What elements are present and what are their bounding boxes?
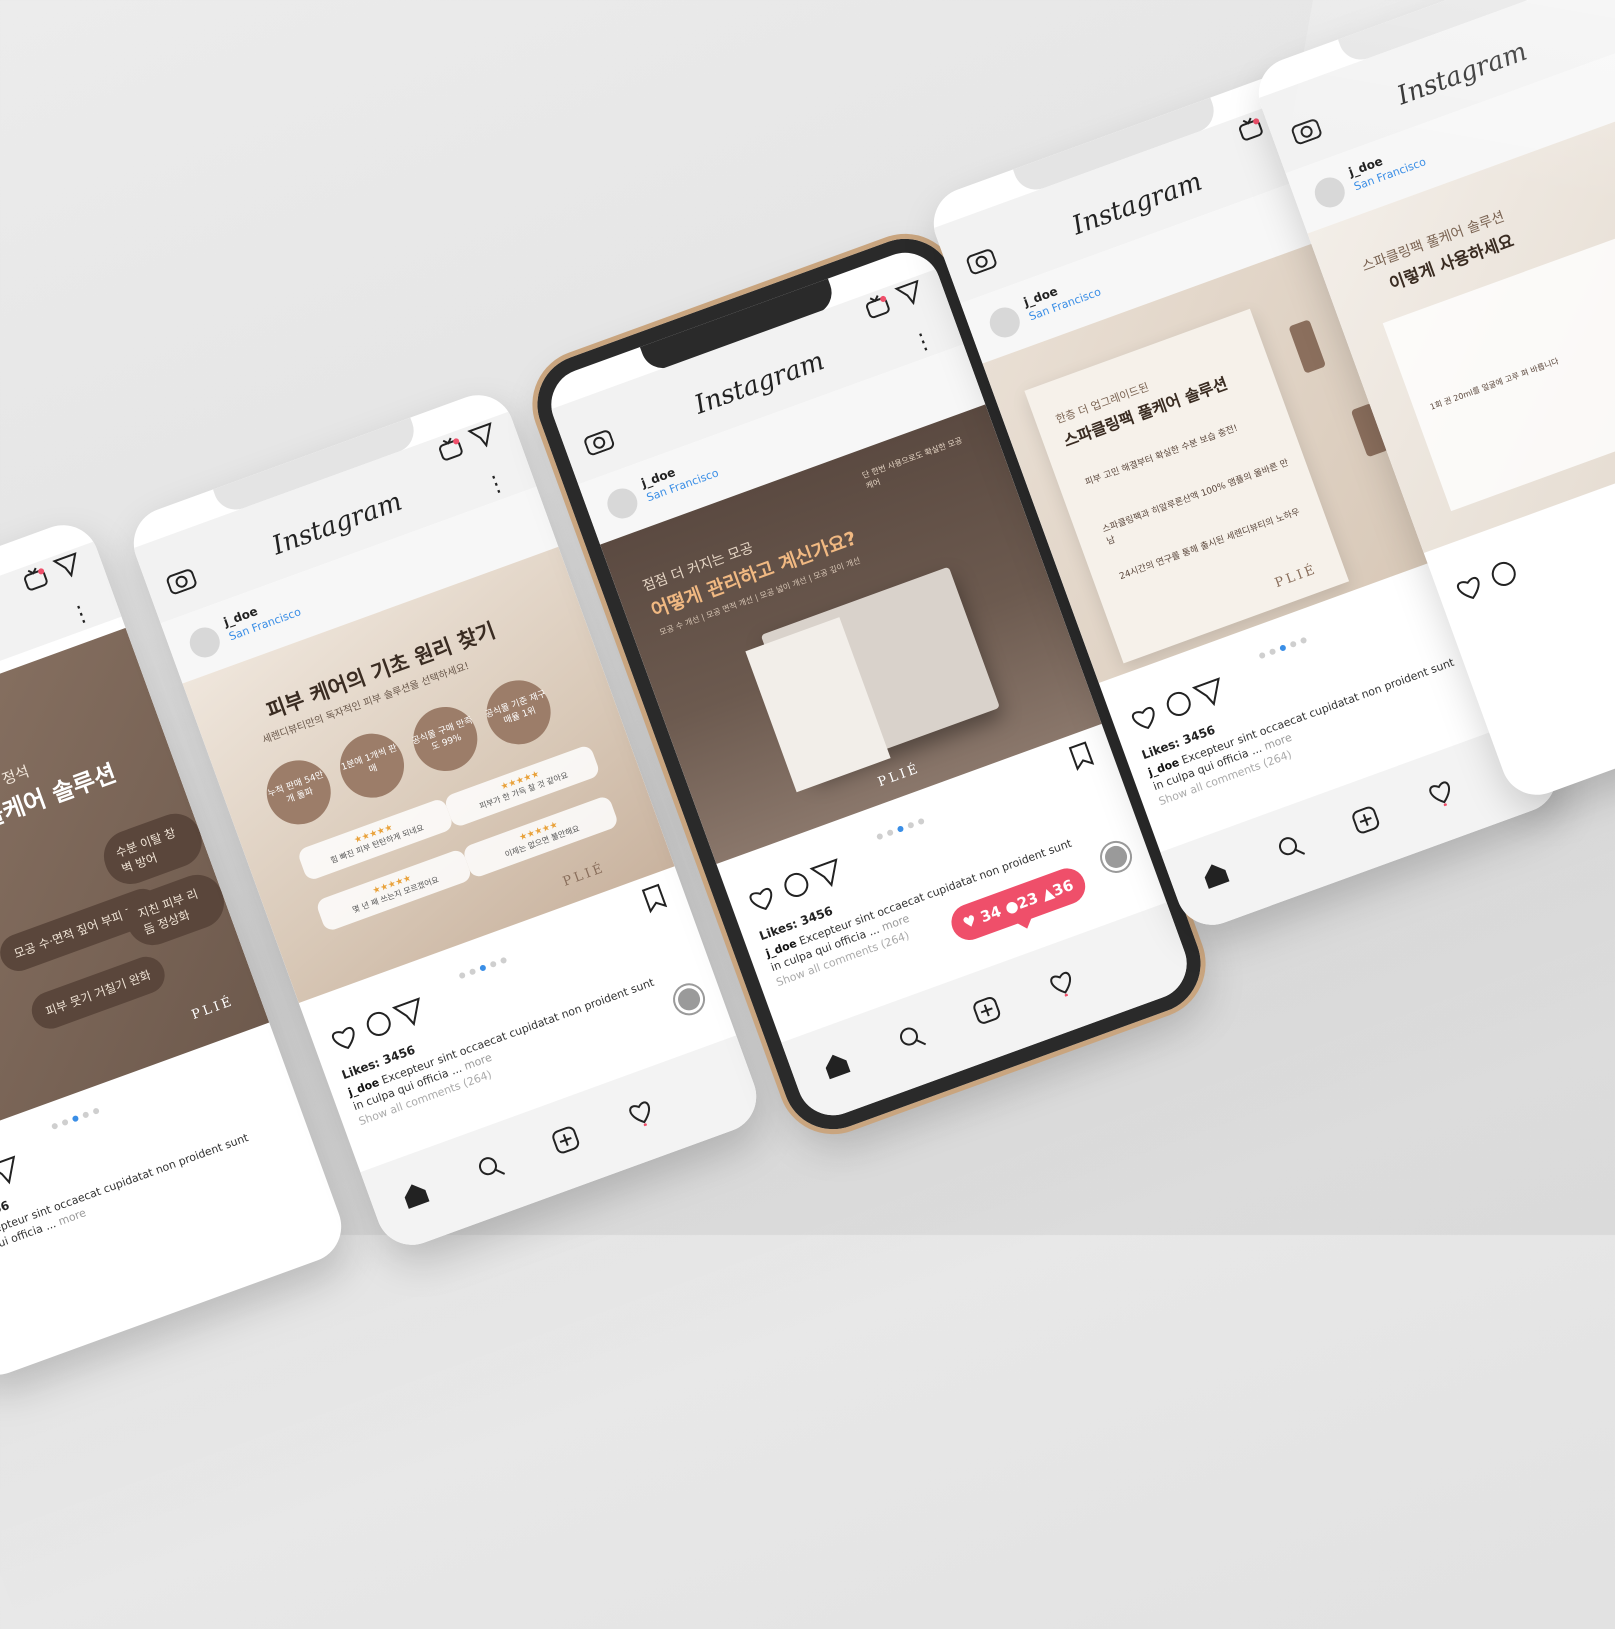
avatar[interactable] xyxy=(985,303,1025,342)
brand-logo: PLIÉ xyxy=(189,993,237,1023)
more-icon[interactable]: ⋮ xyxy=(67,599,96,630)
add-icon[interactable] xyxy=(548,1122,584,1158)
rating-stars: ★★★★★ xyxy=(352,822,395,846)
igtv-icon[interactable] xyxy=(862,292,892,321)
post-actions[interactable] xyxy=(1450,538,1573,607)
post-actions[interactable] xyxy=(1125,668,1248,737)
more-icon[interactable]: ⋮ xyxy=(482,469,511,500)
carousel-pager xyxy=(455,946,510,980)
brand-logo: PLIÉ xyxy=(875,761,923,791)
add-icon[interactable] xyxy=(969,992,1005,1028)
stat-badge: 공식몰 구매 만족도 99% xyxy=(404,697,487,781)
home-icon[interactable] xyxy=(397,1177,433,1213)
follower-count: 36 xyxy=(1050,875,1076,900)
comment-count: 23 xyxy=(1014,888,1041,913)
carousel-pager xyxy=(48,1097,103,1131)
stat-badge: 1분에 1개씩 판매 xyxy=(331,724,414,807)
post-actions[interactable] xyxy=(743,849,866,918)
bookmark-icon[interactable] xyxy=(640,882,668,914)
igtv-icon[interactable] xyxy=(20,564,50,593)
home-icon[interactable] xyxy=(1197,857,1233,893)
send-icon[interactable] xyxy=(467,420,500,451)
feature-pill: 피부 뭇기 거칠기 완화 xyxy=(26,951,170,1034)
avatar[interactable] xyxy=(185,623,225,662)
avatar[interactable] xyxy=(1310,173,1350,212)
heart-count: 34 xyxy=(977,902,1004,927)
stat-badge: 공식몰 기준 재구매율 1위 xyxy=(477,671,560,754)
mockup-scene: Instagram ⋮ 이의 정석 풀케어 솔루션 수분 이탈 창벽 방어 모공… xyxy=(0,0,1615,1385)
send-icon[interactable] xyxy=(52,550,85,581)
activity-icon[interactable] xyxy=(623,1095,659,1131)
post-actions[interactable] xyxy=(325,988,448,1057)
add-icon[interactable] xyxy=(1348,802,1384,838)
brand-logo: PLIÉ xyxy=(561,860,608,890)
igtv-icon[interactable] xyxy=(435,434,465,463)
home-icon[interactable] xyxy=(818,1047,854,1083)
search-icon[interactable] xyxy=(894,1020,930,1056)
carousel-pager xyxy=(1255,626,1310,660)
igtv-icon[interactable] xyxy=(1235,114,1265,143)
send-icon[interactable] xyxy=(894,278,927,309)
activity-icon[interactable] xyxy=(1044,965,1080,1001)
avatar[interactable] xyxy=(603,484,642,523)
heart-count-icon: ♥ xyxy=(960,911,980,933)
rating-stars: ★★★★★ xyxy=(499,769,541,793)
more-icon[interactable]: ⋮ xyxy=(909,327,938,358)
search-icon[interactable] xyxy=(1273,829,1309,865)
ampoule xyxy=(1288,319,1327,374)
search-icon[interactable] xyxy=(473,1149,509,1185)
post-caption: j_doe Excepteur sint occaecat cupidatat … xyxy=(0,1115,298,1270)
bookmark-icon[interactable] xyxy=(1067,740,1095,771)
activity-icon[interactable] xyxy=(1423,775,1459,811)
carousel-pager xyxy=(873,807,928,841)
stat-badge: 누적 판매 54만개 돌파 xyxy=(257,751,340,834)
